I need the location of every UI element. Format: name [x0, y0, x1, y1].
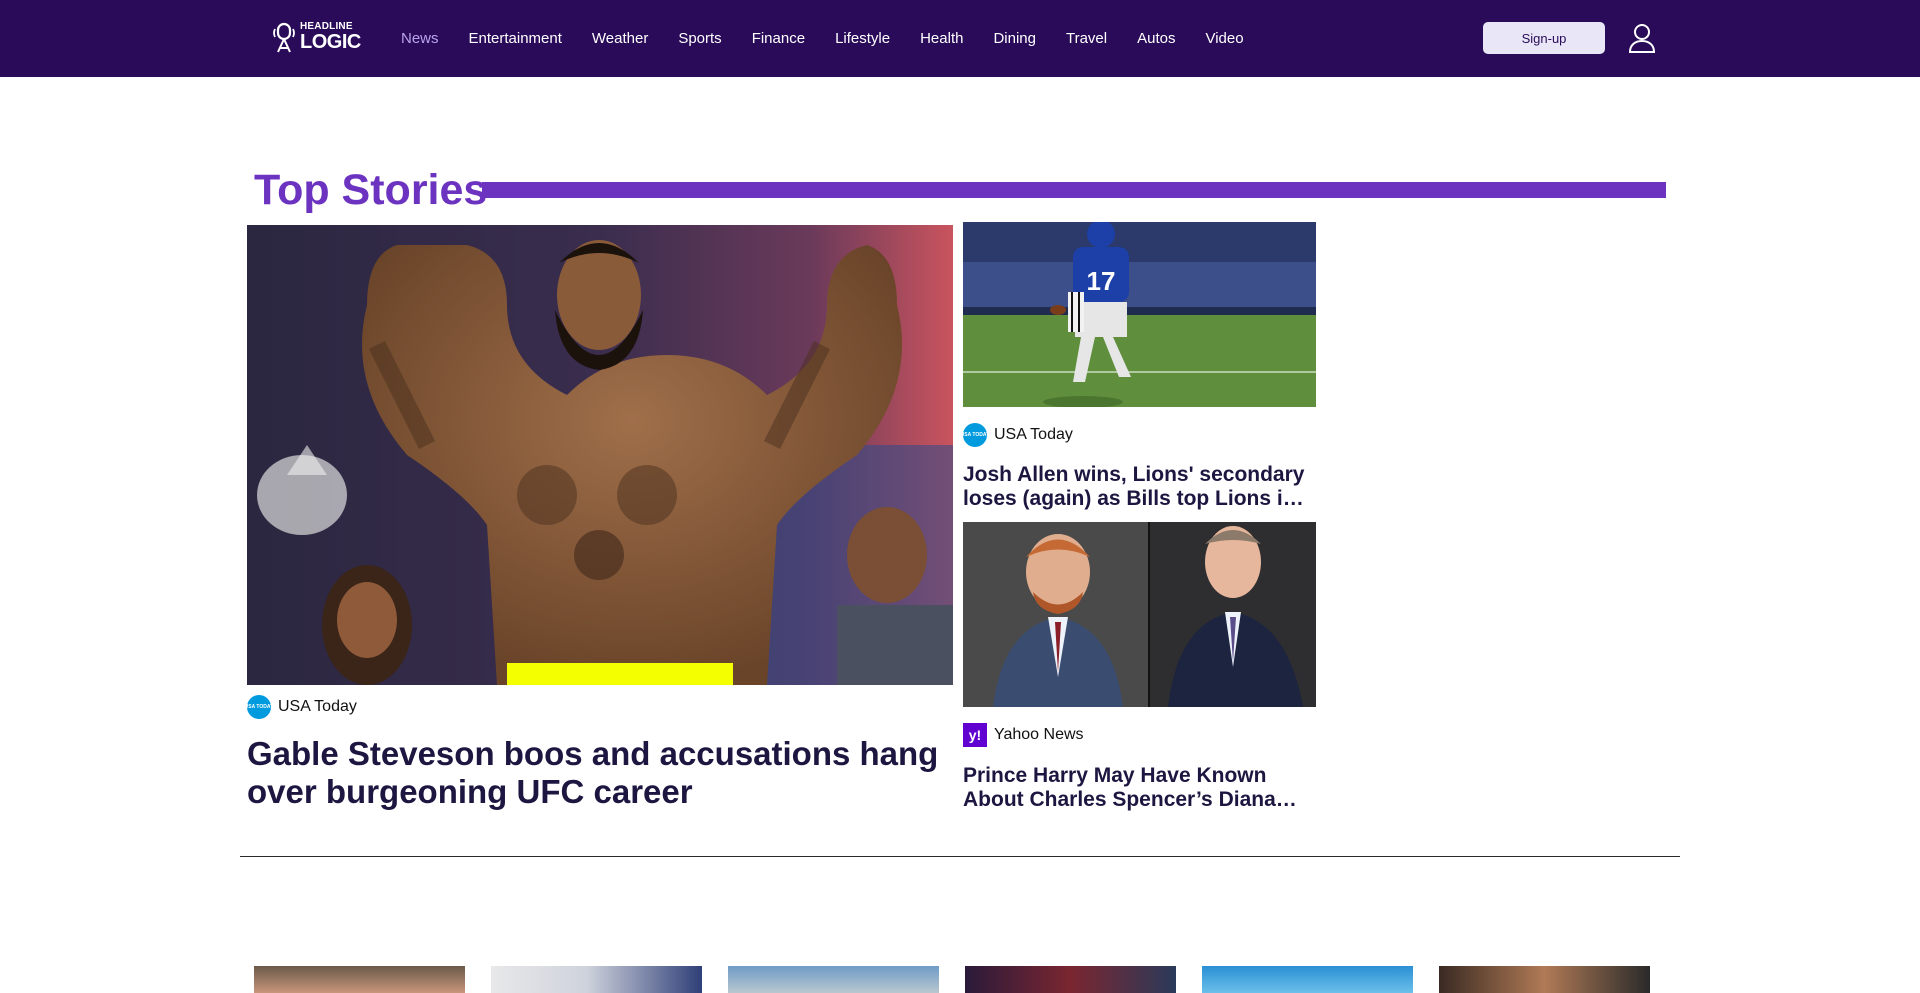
main-story-photo	[247, 225, 953, 685]
section-title: Top Stories	[254, 166, 488, 214]
side-story-2-headline[interactable]: Prince Harry May Have Known About Charle…	[963, 764, 1316, 812]
nav-item-finance[interactable]: Finance	[752, 30, 805, 47]
story-thumbnail-1[interactable]	[254, 966, 465, 993]
story-thumbnail-4[interactable]	[965, 966, 1176, 993]
nav-item-sports[interactable]: Sports	[678, 30, 721, 47]
side-story-1-headline[interactable]: Josh Allen wins, Lions' secondary loses …	[963, 463, 1316, 511]
side-story-2-photo	[963, 522, 1316, 707]
nav-item-health[interactable]: Health	[920, 30, 963, 47]
usa-today-logo-icon: USA TODAY	[961, 423, 989, 447]
section-title-bar	[482, 182, 1666, 198]
nav-item-dining[interactable]: Dining	[993, 30, 1036, 47]
nav-item-lifestyle[interactable]: Lifestyle	[835, 30, 890, 47]
side-story-2-image[interactable]	[963, 522, 1316, 707]
main-story-headline[interactable]: Gable Steveson boos and accusations hang…	[247, 735, 967, 811]
story-thumbnail-3[interactable]	[728, 966, 939, 993]
yahoo-logo-icon: y!	[963, 723, 987, 747]
microphone-logo-icon	[273, 22, 295, 53]
nav-item-travel[interactable]: Travel	[1066, 30, 1107, 47]
svg-text:17: 17	[1087, 266, 1116, 296]
story-thumbnail-2[interactable]	[491, 966, 702, 993]
story-thumbnail-5[interactable]	[1202, 966, 1413, 993]
headline-logic-logo[interactable]: HEADLINE LOGIC	[272, 20, 362, 54]
signup-button[interactable]: Sign-up	[1483, 22, 1605, 54]
side-story-1-image[interactable]: 17	[963, 222, 1316, 407]
side-story-1-photo: 17	[963, 222, 1316, 407]
side-story-2-source: y! Yahoo News	[963, 723, 1084, 747]
main-nav: News Entertainment Weather Sports Financ…	[401, 0, 1274, 77]
main-story-source: USA TODAY USA Today	[245, 695, 357, 719]
nav-item-video[interactable]: Video	[1205, 30, 1243, 47]
logo-wordmark-bottom: LOGIC	[300, 31, 361, 53]
source-name: USA Today	[278, 698, 357, 715]
nav-item-autos[interactable]: Autos	[1137, 30, 1175, 47]
side-story-1-source: USA TODAY USA Today	[961, 423, 1073, 447]
nav-item-news[interactable]: News	[401, 30, 439, 47]
section-divider	[240, 856, 1680, 857]
nav-item-weather[interactable]: Weather	[592, 30, 648, 47]
story-thumbnail-6[interactable]	[1439, 966, 1650, 993]
source-name: USA Today	[994, 426, 1073, 443]
usa-today-logo-icon: USA TODAY	[245, 695, 273, 719]
user-icon[interactable]	[1628, 23, 1656, 53]
top-navigation-bar: HEADLINE LOGIC News Entertainment Weathe…	[0, 0, 1920, 77]
nav-item-entertainment[interactable]: Entertainment	[469, 30, 562, 47]
main-story-image[interactable]	[247, 225, 953, 685]
source-name: Yahoo News	[994, 726, 1084, 743]
